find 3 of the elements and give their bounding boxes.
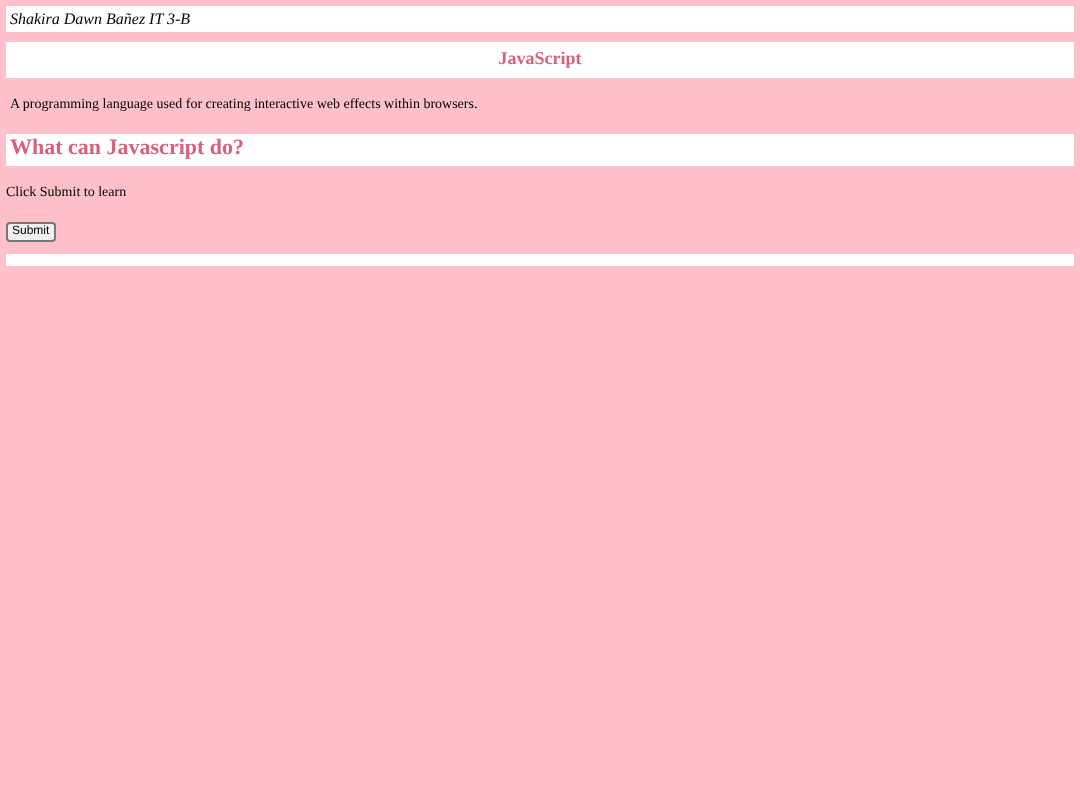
author-bar: Shakira Dawn Bañez IT 3-B xyxy=(6,6,1074,32)
question-heading: What can Javascript do? xyxy=(10,134,245,165)
page-title: JavaScript xyxy=(498,46,582,73)
